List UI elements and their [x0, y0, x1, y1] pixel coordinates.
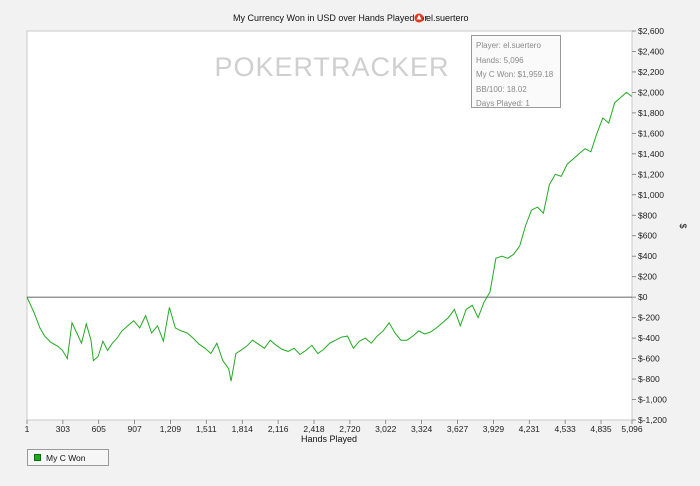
- chart: My Currency Won in USD over Hands Played…: [25, 13, 688, 444]
- player-name: el.suertero: [426, 13, 469, 23]
- y-tick-label: $800: [638, 210, 657, 220]
- y-tick-label: $200: [638, 272, 657, 282]
- legend[interactable]: My C Won: [27, 449, 109, 466]
- x-tick-label: 4,231: [519, 424, 541, 434]
- y-tick-label: $-400: [638, 333, 660, 343]
- y-tick-label: $400: [638, 251, 657, 261]
- y-tick-label: $2,000: [638, 87, 664, 97]
- x-tick-label: 1: [25, 424, 30, 434]
- x-tick-label: 3,324: [411, 424, 433, 434]
- y-tick-label: $2,200: [638, 67, 664, 77]
- y-tick-label: $2,600: [638, 26, 664, 36]
- x-tick-label: 1,814: [232, 424, 254, 434]
- x-tick-label: 2,720: [339, 424, 361, 434]
- x-tick-label: 3,929: [483, 424, 505, 434]
- x-tick-label: 303: [56, 424, 70, 434]
- y-tick-label: $1,800: [638, 108, 664, 118]
- y-tick-label: $1,000: [638, 190, 664, 200]
- y-tick-label: $0: [638, 292, 648, 302]
- y-axis-label: $: [678, 223, 688, 228]
- y-tick-label: $-1,000: [638, 395, 667, 405]
- chart-title: My Currency Won in USD over Hands Played…: [233, 13, 427, 23]
- x-tick-label: 605: [92, 424, 106, 434]
- x-tick-label: 4,835: [590, 424, 612, 434]
- info-bb100: BB/100: 18.02: [476, 84, 527, 94]
- x-tick-label: 1,511: [196, 424, 217, 434]
- watermark: POKERTRACKER: [214, 52, 449, 82]
- y-tick-label: $1,400: [638, 149, 664, 159]
- y-tick-label: $600: [638, 231, 657, 241]
- info-player: Player: el.suertero: [476, 41, 541, 50]
- y-tick-label: $1,200: [638, 169, 664, 179]
- x-tick-label: 907: [127, 424, 141, 434]
- x-tick-label: 2,418: [303, 424, 325, 434]
- y-axis: $2,600 $2,400 $2,200 $2,000 $1,800 $1,600 $1,4…: [632, 26, 667, 425]
- y-tick-label: $-600: [638, 354, 660, 364]
- x-tick-label: 1,209: [160, 424, 182, 434]
- info-won: My C Won: $1,959.18: [476, 70, 554, 79]
- y-tick-label: $1,600: [638, 128, 664, 138]
- legend-label: My C Won: [46, 452, 86, 463]
- x-tick-label: 3,022: [375, 424, 397, 434]
- y-tick-label: $-200: [638, 313, 660, 323]
- x-tick-label: 4,533: [555, 424, 577, 434]
- legend-swatch: [34, 454, 41, 461]
- x-tick-label: 3,627: [447, 424, 469, 434]
- y-tick-label: $-800: [638, 374, 660, 384]
- x-axis-label: Hands Played: [301, 434, 357, 444]
- x-axis: 1 303 605 907 1,209 1,511 1,814 2,116 2,418 2,720…: [25, 420, 643, 434]
- player-info-box: Player: el.suertero Hands: 5,096 My C Wo…: [471, 35, 561, 108]
- x-tick-label: 2,116: [268, 424, 289, 434]
- info-days: Days Played: 1: [476, 99, 530, 108]
- y-tick-label: $2,400: [638, 46, 664, 56]
- y-tick-label: $-1,200: [638, 415, 667, 425]
- info-hands: Hands: 5,096: [476, 55, 524, 65]
- x-tick-label: 5,096: [621, 424, 643, 434]
- pokerstars-icon: [414, 13, 424, 23]
